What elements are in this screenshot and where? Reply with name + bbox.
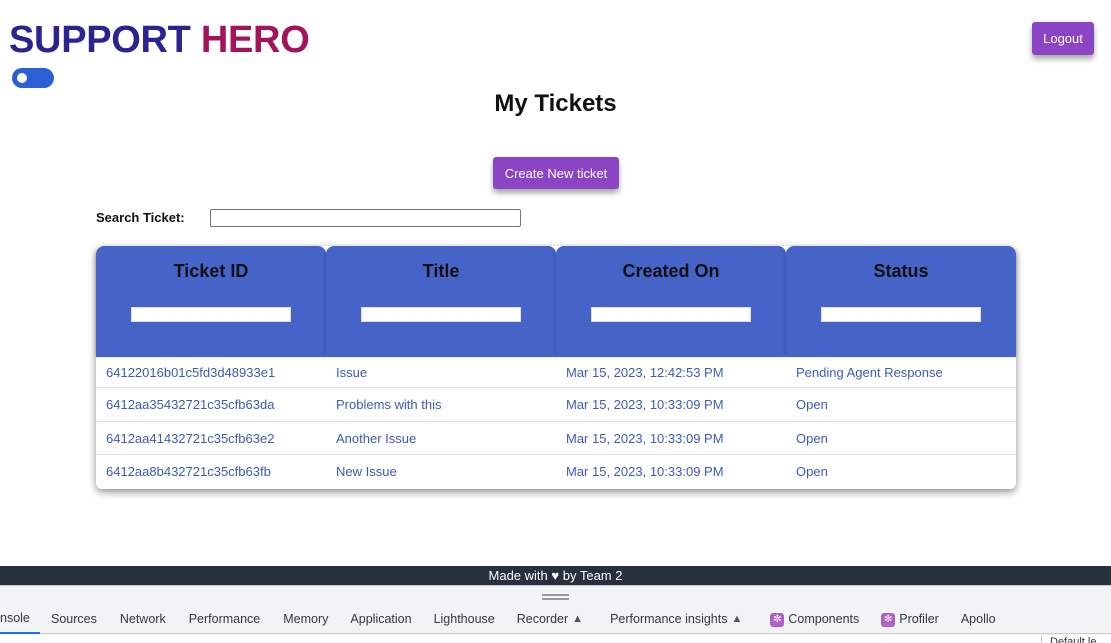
cell-status[interactable]: Pending Agent Response (786, 357, 1016, 387)
devtools-tab-performance-insights[interactable]: Performance insights ▲ (610, 606, 742, 634)
cell-status[interactable]: Open (786, 388, 1016, 421)
column-label: Created On (622, 261, 720, 281)
cell-ticket-id[interactable]: 6412aa35432721c35cfb63da (96, 388, 326, 421)
devtools-tab-bar: nsole Sources Network Performance Memory… (0, 606, 1111, 634)
devtools-tab-network[interactable]: Network (120, 606, 166, 634)
brand-part-support: SUPPORT (9, 19, 191, 61)
tickets-table: Ticket ID Title Created On Status 641220… (96, 246, 1016, 489)
devtools-tab-sources[interactable]: Sources (51, 606, 97, 634)
search-label: Search Ticket: (96, 210, 185, 225)
react-icon: ✼ (770, 612, 785, 627)
flask-icon: ▲ (731, 613, 743, 625)
cell-title[interactable]: Issue (326, 357, 556, 387)
column-label: Title (422, 261, 460, 281)
footer-text-after: by Team 2 (562, 568, 623, 583)
filter-status-input[interactable] (821, 307, 981, 322)
filter-created-on-input[interactable] (591, 307, 751, 322)
tab-label: Performance insights (610, 612, 728, 626)
flask-icon: ▲ (572, 613, 584, 625)
cell-title[interactable]: Problems with this (326, 388, 556, 421)
column-header-ticket-id: Ticket ID (96, 246, 326, 354)
devtools-tab-console[interactable]: nsole (0, 606, 40, 634)
devtools-tab-lighthouse[interactable]: Lighthouse (434, 606, 495, 634)
cell-created-on[interactable]: Mar 15, 2023, 10:33:09 PM (556, 455, 786, 488)
table-row[interactable]: 6412aa41432721c35cfb63e2 Another Issue M… (96, 420, 1016, 455)
tab-label: Memory (283, 612, 329, 626)
table-row[interactable]: 64122016b01c5fd3d48933e1 Issue Mar 15, 2… (96, 354, 1016, 387)
logout-button[interactable]: Logout (1032, 22, 1094, 55)
devtools-tab-memory[interactable]: Memory (283, 606, 328, 634)
cell-status[interactable]: Open (786, 455, 1016, 488)
tab-label: Recorder (516, 612, 569, 626)
devtools-tab-components[interactable]: ✼ Components (770, 606, 859, 634)
tab-label: Performance (188, 612, 261, 626)
cell-status[interactable]: Open (786, 422, 1016, 455)
cell-title[interactable]: Another Issue (326, 422, 556, 455)
tab-label: Sources (51, 612, 97, 626)
devtools-tab-apollo[interactable]: Apollo (961, 606, 996, 634)
brand-part-hero: HERO (200, 19, 310, 61)
cell-created-on[interactable]: Mar 15, 2023, 12:42:53 PM (556, 357, 786, 387)
log-level-dropdown[interactable]: Default le (1041, 635, 1111, 643)
cell-ticket-id[interactable]: 6412aa41432721c35cfb63e2 (96, 422, 326, 455)
footer-text-before: Made with (488, 568, 548, 583)
filter-ticket-id-input[interactable] (131, 307, 291, 322)
page-title: My Tickets (494, 90, 617, 117)
table-row[interactable]: 6412aa35432721c35cfb63da Problems with t… (96, 387, 1016, 421)
drag-handle-icon[interactable] (542, 594, 569, 600)
tab-label: nsole (0, 611, 30, 625)
devtools-tab-performance[interactable]: Performance (189, 606, 261, 634)
brand-logo: SUPPORT HERO (9, 18, 310, 62)
column-label: Ticket ID (173, 261, 249, 281)
table-body: 64122016b01c5fd3d48933e1 Issue Mar 15, 2… (96, 354, 1016, 488)
create-ticket-button[interactable]: Create New ticket (493, 157, 619, 189)
table-row[interactable]: 6412aa8b432721c35cfb63fb New Issue Mar 1… (96, 454, 1016, 488)
devtools-tab-recorder[interactable]: Recorder ▲ (517, 606, 583, 634)
toggle-knob (17, 73, 27, 83)
filter-title-input[interactable] (361, 307, 521, 322)
column-header-status: Status (786, 246, 1016, 354)
devtools-tab-profiler[interactable]: ✼ Profiler (881, 606, 939, 634)
column-header-created-on: Created On (556, 246, 786, 354)
cell-ticket-id[interactable]: 6412aa8b432721c35cfb63fb (96, 455, 326, 488)
cell-created-on[interactable]: Mar 15, 2023, 10:33:09 PM (556, 388, 786, 421)
tab-label: Components (788, 612, 860, 626)
cell-ticket-id[interactable]: 64122016b01c5fd3d48933e1 (96, 357, 326, 387)
tab-label: Apollo (960, 612, 996, 626)
tab-label: Application (350, 612, 412, 626)
devtools-panel: nsole Sources Network Performance Memory… (0, 585, 1111, 643)
tab-label: Network (119, 612, 166, 626)
theme-toggle[interactable] (12, 68, 54, 88)
cell-title[interactable]: New Issue (326, 455, 556, 488)
search-input[interactable] (210, 209, 521, 227)
cell-created-on[interactable]: Mar 15, 2023, 10:33:09 PM (556, 422, 786, 455)
react-icon: ✼ (881, 612, 896, 627)
devtools-tab-application[interactable]: Application (350, 606, 411, 634)
page-footer: Made with ♥ by Team 2 (0, 566, 1111, 585)
column-label: Status (873, 261, 929, 281)
table-header: Ticket ID Title Created On Status (96, 246, 1016, 354)
heart-icon: ♥ (551, 568, 560, 583)
tab-label: Lighthouse (433, 612, 495, 626)
tab-label: Profiler (899, 612, 939, 626)
console-input-row[interactable] (0, 635, 1111, 643)
column-header-title: Title (326, 246, 556, 354)
